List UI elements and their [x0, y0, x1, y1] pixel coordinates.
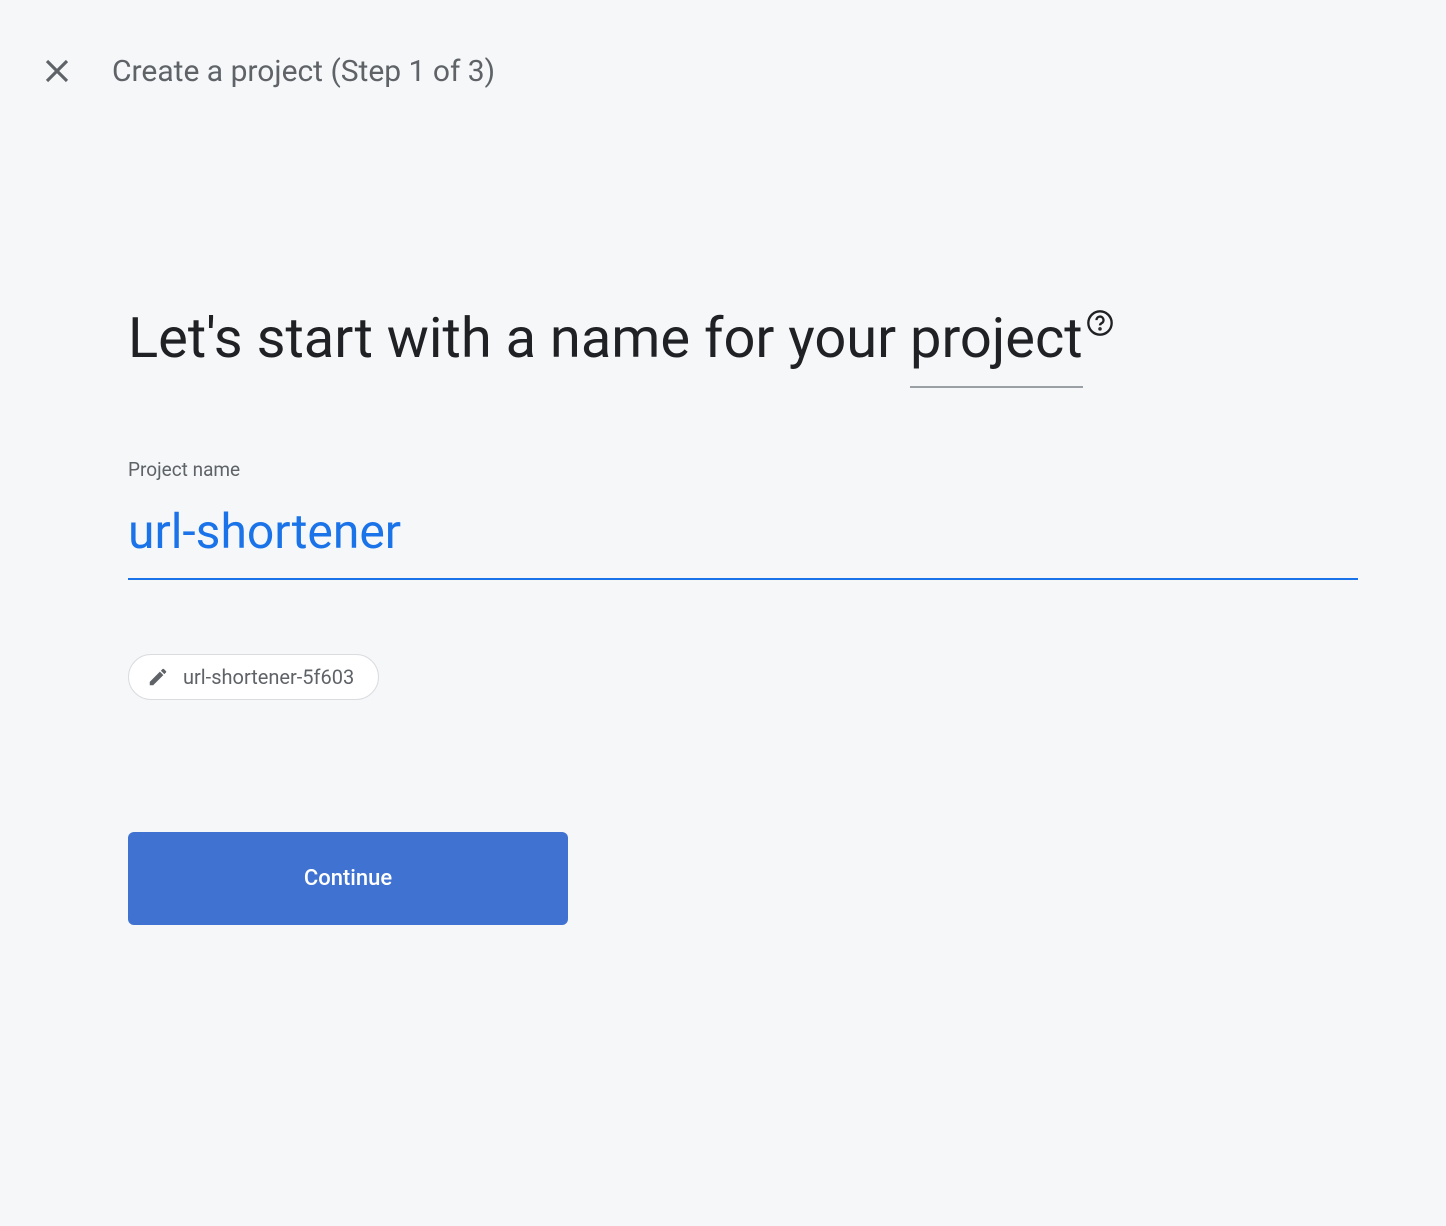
content: Let's start with a name for your project… — [0, 94, 1330, 925]
project-id-chip[interactable]: url-shortener-5f603 — [128, 654, 379, 700]
project-word[interactable]: project — [910, 294, 1083, 388]
header-title: Create a project (Step 1 of 3) — [112, 54, 495, 89]
heading-prefix: Let's start with a name for your — [128, 305, 910, 371]
main-heading: Let's start with a name for your project — [128, 294, 1330, 388]
project-name-label: Project name — [128, 458, 1330, 481]
pencil-icon — [147, 666, 169, 688]
continue-button[interactable]: Continue — [128, 832, 568, 925]
project-name-field-group: Project name — [128, 458, 1330, 580]
project-id-text: url-shortener-5f603 — [183, 665, 354, 689]
header: Create a project (Step 1 of 3) — [0, 0, 1446, 94]
close-icon — [42, 56, 72, 86]
close-button[interactable] — [34, 48, 80, 94]
project-name-input[interactable] — [128, 495, 1358, 580]
help-icon[interactable] — [1086, 309, 1114, 337]
